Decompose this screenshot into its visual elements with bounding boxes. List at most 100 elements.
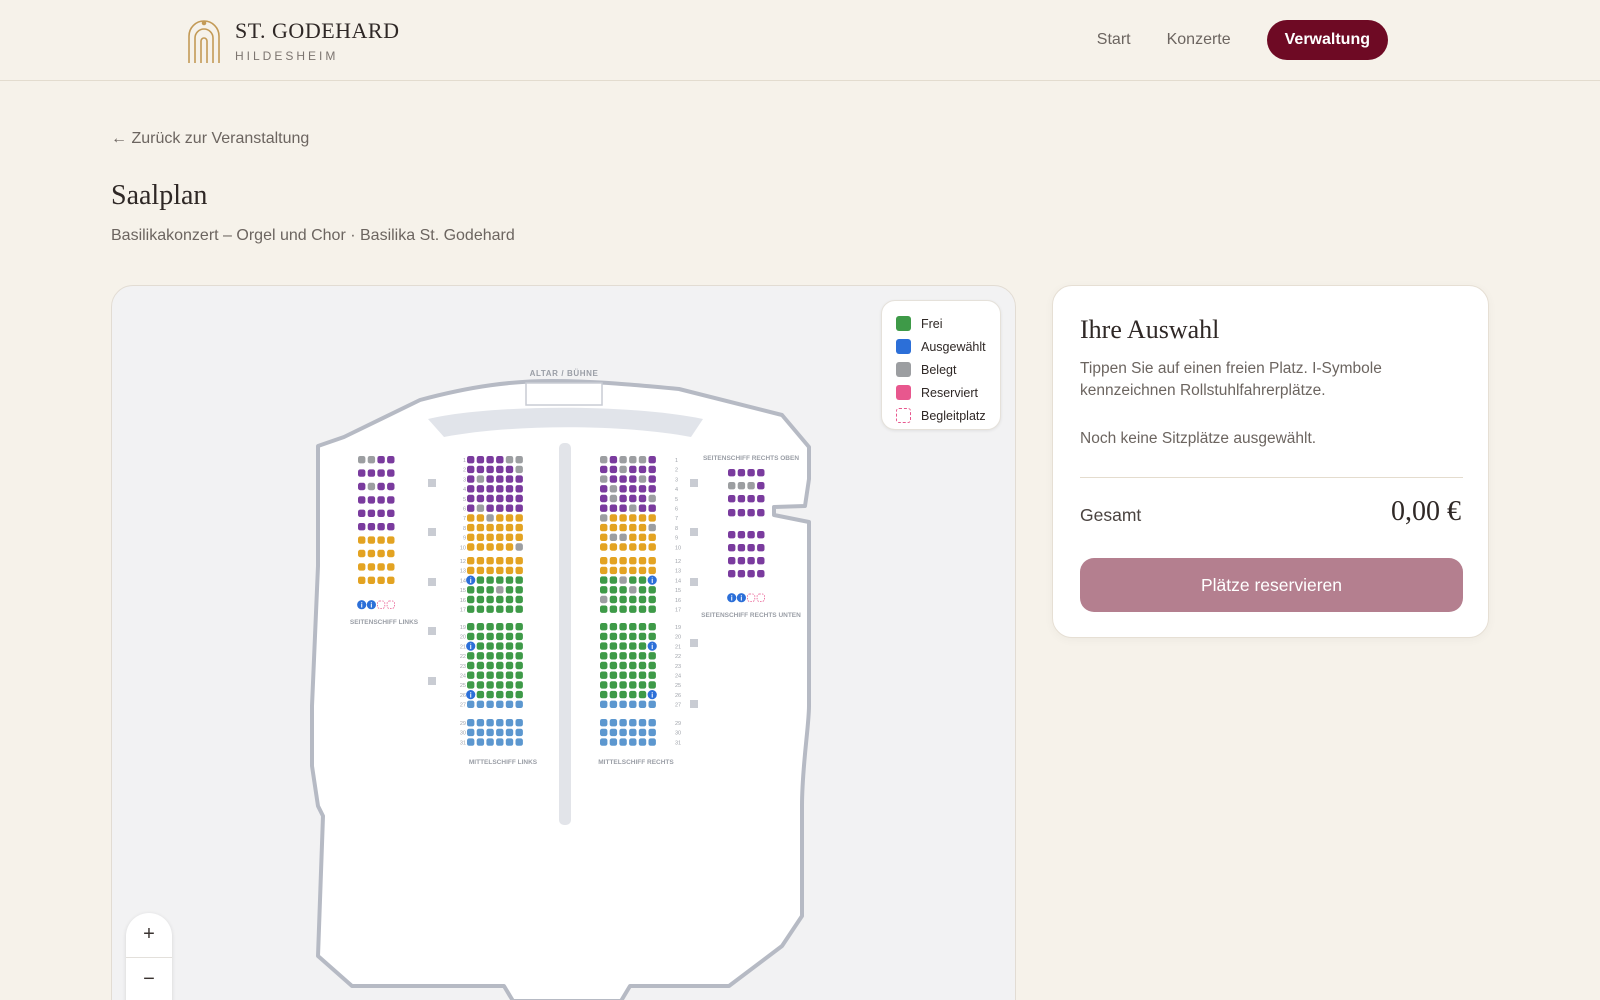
seat[interactable]	[476, 681, 485, 689]
seat[interactable]	[505, 504, 514, 512]
seat[interactable]	[515, 523, 523, 532]
seat[interactable]	[467, 514, 475, 522]
seat[interactable]	[648, 566, 656, 575]
seat[interactable]	[757, 469, 765, 477]
seat[interactable]	[476, 485, 485, 493]
seat[interactable]	[377, 536, 385, 544]
seat[interactable]	[747, 482, 755, 490]
seat[interactable]	[737, 509, 746, 517]
seat[interactable]	[515, 557, 523, 565]
seat[interactable]	[638, 557, 647, 565]
seat[interactable]	[467, 681, 475, 689]
seat[interactable]	[467, 671, 475, 679]
seat[interactable]	[619, 557, 627, 565]
seat[interactable]	[486, 642, 494, 650]
seat[interactable]	[757, 570, 765, 578]
seat[interactable]	[609, 514, 618, 522]
seat[interactable]	[387, 482, 395, 491]
seat[interactable]	[515, 738, 523, 746]
seat[interactable]	[757, 495, 765, 503]
seat[interactable]	[648, 681, 656, 689]
seat[interactable]	[629, 661, 637, 670]
seat[interactable]	[358, 536, 366, 544]
seat[interactable]	[638, 566, 647, 575]
seat[interactable]	[747, 469, 755, 477]
seat[interactable]	[600, 681, 608, 689]
seat[interactable]	[629, 494, 637, 503]
seat[interactable]	[515, 533, 523, 541]
seat[interactable]	[728, 544, 736, 552]
seat[interactable]	[467, 543, 475, 551]
seat[interactable]	[600, 533, 608, 541]
seat[interactable]	[476, 465, 485, 474]
seat[interactable]	[515, 652, 523, 660]
seat[interactable]	[648, 514, 656, 522]
seat[interactable]	[515, 566, 523, 575]
seat[interactable]	[609, 605, 618, 613]
seat[interactable]	[609, 475, 618, 483]
seat[interactable]	[515, 719, 523, 727]
nav-admin-button[interactable]: Verwaltung	[1266, 20, 1388, 60]
seat[interactable]	[638, 719, 647, 727]
seat[interactable]	[648, 533, 656, 541]
seat[interactable]	[496, 652, 504, 660]
seat[interactable]	[476, 533, 485, 541]
seat[interactable]	[600, 738, 608, 746]
seat[interactable]	[377, 549, 385, 558]
seat[interactable]	[600, 632, 608, 641]
zoom-out-button[interactable]: −	[126, 958, 172, 1000]
seat[interactable]	[600, 595, 608, 604]
seat[interactable]	[476, 523, 485, 532]
seat[interactable]	[600, 543, 608, 551]
seat[interactable]	[600, 605, 608, 613]
seat[interactable]	[476, 576, 485, 584]
seat[interactable]	[505, 671, 514, 679]
seat[interactable]	[476, 595, 485, 604]
seat[interactable]	[496, 700, 504, 708]
seat[interactable]	[600, 690, 608, 699]
seat[interactable]	[515, 514, 523, 522]
seat[interactable]	[629, 738, 637, 746]
seat[interactable]	[367, 496, 376, 504]
seat[interactable]	[600, 514, 608, 522]
seat[interactable]	[609, 586, 618, 594]
seat[interactable]	[467, 738, 475, 746]
seat[interactable]	[629, 533, 637, 541]
seat[interactable]	[638, 543, 647, 551]
seat[interactable]	[747, 570, 755, 578]
seat[interactable]	[467, 623, 475, 631]
seat[interactable]	[505, 475, 514, 483]
seat[interactable]	[505, 652, 514, 660]
seat[interactable]	[638, 475, 647, 483]
seat[interactable]	[476, 543, 485, 551]
seat[interactable]	[629, 642, 637, 650]
seat[interactable]	[467, 632, 475, 641]
seat[interactable]	[648, 671, 656, 679]
seat[interactable]	[367, 509, 376, 517]
seat[interactable]	[757, 557, 765, 565]
seat[interactable]	[496, 533, 504, 541]
seat[interactable]	[476, 586, 485, 594]
seat[interactable]	[609, 671, 618, 679]
seat[interactable]	[609, 504, 618, 512]
seat[interactable]	[467, 494, 475, 503]
seat[interactable]	[629, 586, 637, 594]
seat[interactable]	[358, 496, 366, 504]
seat[interactable]	[467, 605, 475, 613]
seat[interactable]	[638, 652, 647, 660]
seat[interactable]	[638, 533, 647, 541]
seat[interactable]	[600, 504, 608, 512]
seat[interactable]	[377, 496, 385, 504]
seat[interactable]	[629, 485, 637, 493]
seat[interactable]	[629, 566, 637, 575]
seat[interactable]	[358, 456, 366, 464]
seat[interactable]	[629, 504, 637, 512]
seat[interactable]	[600, 576, 608, 584]
seat[interactable]	[609, 690, 618, 699]
seat[interactable]	[515, 623, 523, 631]
seat[interactable]	[496, 671, 504, 679]
seat[interactable]	[619, 605, 627, 613]
seat[interactable]	[476, 632, 485, 641]
seat[interactable]	[629, 690, 637, 699]
seat[interactable]	[387, 523, 395, 531]
